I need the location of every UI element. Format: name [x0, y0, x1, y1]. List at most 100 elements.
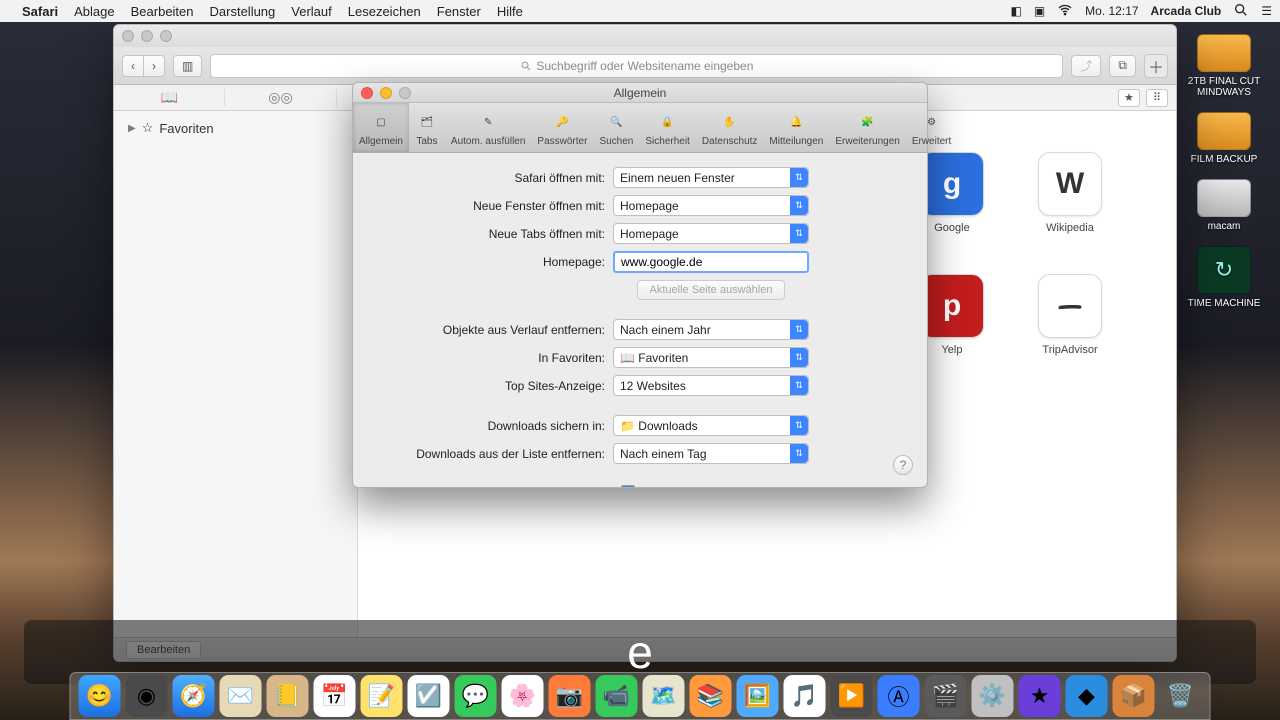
help-button[interactable]: ? — [893, 455, 913, 475]
airplay-icon[interactable]: ▣ — [1034, 4, 1045, 18]
favorite-yelp[interactable]: pYelp — [918, 274, 986, 356]
menubar-clock[interactable]: Mo. 12:17 — [1085, 4, 1138, 18]
spotlight-icon[interactable] — [1233, 2, 1249, 21]
dock-contacts[interactable]: 📒 — [267, 675, 309, 717]
menu-hilfe[interactable]: Hilfe — [497, 4, 523, 19]
sel-new-window[interactable]: Homepage⇅ — [613, 195, 809, 216]
menubar-app[interactable]: Safari — [22, 4, 58, 19]
dock-ibooks[interactable]: 📚 — [690, 675, 732, 717]
tabs-icon: 🗂 — [415, 110, 439, 134]
back-button[interactable]: ‹ — [122, 55, 143, 77]
dock-maps[interactable]: 🗺️ — [643, 675, 685, 717]
sel-topsites[interactable]: 12 Websites⇅ — [613, 375, 809, 396]
sidebar-toggle-button[interactable]: ▥ — [173, 55, 202, 77]
tab-passwords[interactable]: 🔑Passwörter — [531, 103, 593, 152]
dock-facetime[interactable]: 📹 — [596, 675, 638, 717]
dock-finalcut[interactable]: 🎬 — [925, 675, 967, 717]
sidebar-item-favoriten[interactable]: ▶ ☆ Favoriten — [124, 117, 347, 139]
menu-lesezeichen[interactable]: Lesezeichen — [348, 4, 421, 19]
dock-itunes[interactable]: 🎵 — [784, 675, 826, 717]
tab-search[interactable]: 🔍Suchen — [593, 103, 639, 152]
dock: 😊 ◉ 🧭 ✉️ 📒 📅 📝 ☑️ 💬 🌸 📷 📹 🗺️ 📚 🖼️ 🎵 ▶️ Ⓐ… — [70, 672, 1211, 720]
dock-preview[interactable]: 🖼️ — [737, 675, 779, 717]
sel-downloads-save[interactable]: 📁 Downloads⇅ — [613, 415, 809, 436]
dock-app3[interactable]: 📦 — [1113, 675, 1155, 717]
desktop-drive-macam[interactable]: macam — [1176, 179, 1272, 232]
sel-remove-history[interactable]: Nach einem Jahr⇅ — [613, 319, 809, 340]
tabs-button[interactable]: ⧉ — [1109, 55, 1136, 77]
safe-files-checkbox[interactable]: ✓ — [621, 485, 635, 487]
window-minimize-icon[interactable] — [141, 30, 153, 42]
sel-in-favorites[interactable]: 📖 Favoriten⇅ — [613, 347, 809, 368]
favorite-tripadvisor[interactable]: ᯇTripAdvisor — [1036, 274, 1104, 356]
menu-ablage[interactable]: Ablage — [74, 4, 114, 19]
dock-safari[interactable]: 🧭 — [173, 675, 215, 717]
tab-autofill[interactable]: ✎Autom. ausfüllen — [445, 103, 532, 152]
set-current-page-button[interactable]: Aktuelle Seite auswählen — [637, 280, 786, 300]
dock-sysprefs[interactable]: ⚙️ — [972, 675, 1014, 717]
menubar-status-icon[interactable]: ◧ — [1010, 4, 1021, 18]
menu-verlauf[interactable]: Verlauf — [291, 4, 331, 19]
dock-quicktime[interactable]: ▶️ — [831, 675, 873, 717]
dock-reminders[interactable]: ☑️ — [408, 675, 450, 717]
wifi-icon[interactable] — [1057, 2, 1073, 21]
menu-darstellung[interactable]: Darstellung — [210, 4, 276, 19]
favorite-google[interactable]: gGoogle — [918, 152, 986, 234]
menu-fenster[interactable]: Fenster — [437, 4, 481, 19]
menubar-user[interactable]: Arcada Club — [1151, 4, 1222, 18]
favorite-wikipedia[interactable]: WWikipedia — [1036, 152, 1104, 234]
tab-advanced[interactable]: ⚙Erweitert — [906, 103, 957, 152]
window-zoom-icon[interactable] — [160, 30, 172, 42]
tab-privacy[interactable]: ✋Datenschutz — [696, 103, 764, 152]
window-close-icon[interactable] — [122, 30, 134, 42]
forward-button[interactable]: › — [143, 55, 165, 77]
prefs-zoom-icon[interactable] — [399, 87, 411, 99]
address-bar[interactable]: Suchbegriff oder Websitename eingeben — [210, 54, 1063, 78]
topsites-button[interactable]: ★ — [1118, 89, 1140, 107]
dock-mail[interactable]: ✉️ — [220, 675, 262, 717]
sel-safari-open[interactable]: Einem neuen Fenster⇅ — [613, 167, 809, 188]
star-icon: ☆ — [142, 120, 154, 136]
dock-photobooth[interactable]: 📷 — [549, 675, 591, 717]
dock-dashboard[interactable]: ◉ — [126, 675, 168, 717]
prefs-minimize-icon[interactable] — [380, 87, 392, 99]
notifications-icon[interactable]: ☰ — [1261, 4, 1272, 18]
dock-app2[interactable]: ◆ — [1066, 675, 1108, 717]
homepage-input[interactable] — [613, 251, 809, 273]
menu-bearbeiten[interactable]: Bearbeiten — [131, 4, 194, 19]
dock-messages[interactable]: 💬 — [455, 675, 497, 717]
desktop-drive-filmbackup[interactable]: FILM BACKUP — [1176, 112, 1272, 165]
tab-security[interactable]: 🔒Sicherheit — [639, 103, 695, 152]
dock-photos[interactable]: 🌸 — [502, 675, 544, 717]
sel-downloads-remove[interactable]: Nach einem Tag⇅ — [613, 443, 809, 464]
safari-titlebar[interactable] — [114, 25, 1176, 47]
tab-allgemein[interactable]: ▢Allgemein — [353, 103, 409, 152]
dock-trash[interactable]: 🗑️ — [1160, 675, 1202, 717]
tab-extensions[interactable]: 🧩Erweiterungen — [829, 103, 905, 152]
dock-finder[interactable]: 😊 — [79, 675, 121, 717]
prefs-titlebar[interactable]: Allgemein — [353, 83, 927, 103]
privacy-icon: ✋ — [718, 110, 742, 134]
chevron-updown-icon: ⇅ — [790, 320, 808, 339]
dock-appstore[interactable]: Ⓐ — [878, 675, 920, 717]
dock-imovie[interactable]: ★ — [1019, 675, 1061, 717]
dock-calendar[interactable]: 📅 — [314, 675, 356, 717]
desktop-timemachine[interactable]: ↻TIME MACHINE — [1176, 246, 1272, 309]
new-tab-button[interactable]: ＋ — [1144, 54, 1168, 78]
lbl-safari-open: Safari öffnen mit: — [371, 171, 613, 185]
tab-tabs[interactable]: 🗂Tabs — [409, 103, 445, 152]
lbl-new-tabs: Neue Tabs öffnen mit: — [371, 227, 613, 241]
dock-notes[interactable]: 📝 — [361, 675, 403, 717]
readinglist-tab[interactable]: ◎◎ — [225, 89, 336, 106]
desktop-drive-finalcut[interactable]: 2TB FINAL CUT MINDWAYS — [1176, 34, 1272, 98]
menubar: Safari Ablage Bearbeiten Darstellung Ver… — [0, 0, 1280, 22]
lbl-homepage: Homepage: — [371, 255, 613, 269]
lbl-downloads-remove: Downloads aus der Liste entfernen: — [371, 447, 613, 461]
lbl-remove-history: Objekte aus Verlauf entfernen: — [371, 323, 613, 337]
gridview-button[interactable]: ⠿ — [1146, 89, 1168, 107]
tab-notifications[interactable]: 🔔Mitteilungen — [763, 103, 829, 152]
bookmarks-tab[interactable]: 📖 — [114, 89, 225, 106]
prefs-close-icon[interactable] — [361, 87, 373, 99]
share-button[interactable]: ⤴ — [1071, 55, 1101, 77]
sel-new-tabs[interactable]: Homepage⇅ — [613, 223, 809, 244]
